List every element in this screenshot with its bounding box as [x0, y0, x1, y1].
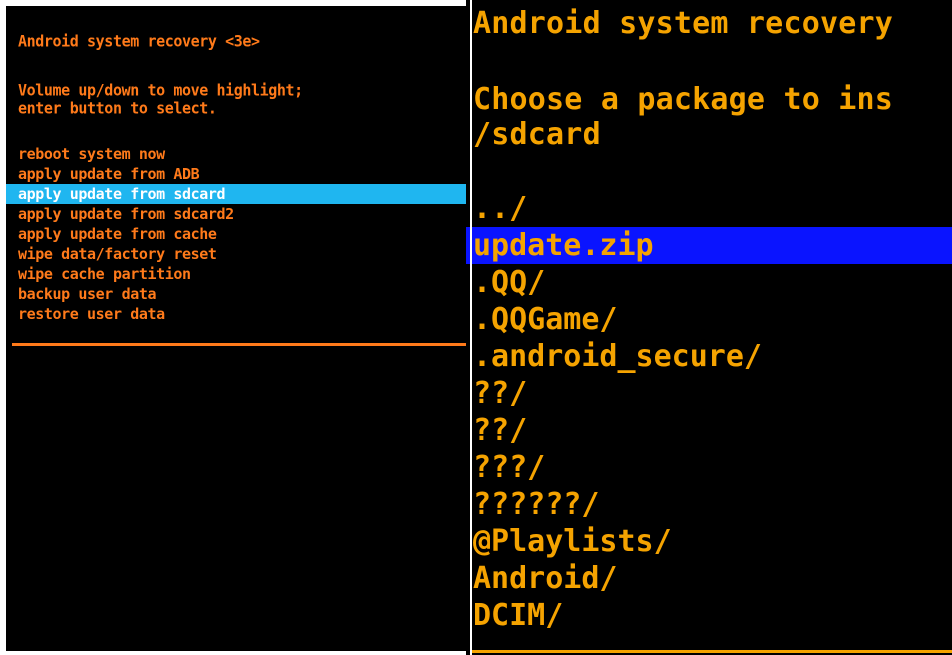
menu-item-apply-update-from-sdcard[interactable]: apply update from sdcard: [6, 184, 472, 204]
file-item-update-zip[interactable]: update.zip: [466, 227, 952, 264]
recovery-menu: reboot system now apply update from ADB …: [6, 144, 472, 324]
menu-divider: [12, 343, 472, 346]
menu-item-backup-user-data[interactable]: backup user data: [6, 284, 472, 304]
menu-item-wipe-cache-partition[interactable]: wipe cache partition: [6, 264, 472, 284]
file-item-android[interactable]: Android/: [466, 560, 952, 597]
choose-package-prompt: Choose a package to ins: [473, 82, 894, 117]
menu-item-apply-update-from-adb[interactable]: apply update from ADB: [6, 164, 472, 184]
menu-item-wipe-data-factory-reset[interactable]: wipe data/factory reset: [6, 244, 472, 264]
file-item-playlists[interactable]: @Playlists/: [466, 523, 952, 560]
file-item-unknown-2[interactable]: ??/: [466, 412, 952, 449]
instruction-line-2: enter button to select.: [18, 98, 217, 118]
list-divider: [470, 650, 952, 653]
file-item-unknown-3[interactable]: ???/: [466, 449, 952, 486]
file-item-unknown-1[interactable]: ??/: [466, 375, 952, 412]
file-item-parent-dir[interactable]: ../: [466, 190, 952, 227]
file-item-dcim[interactable]: DCIM/: [466, 597, 952, 634]
current-path: /sdcard: [473, 117, 601, 152]
menu-item-reboot-system-now[interactable]: reboot system now: [6, 144, 472, 164]
menu-item-apply-update-from-sdcard2[interactable]: apply update from sdcard2: [6, 204, 472, 224]
photo-separator: [470, 0, 472, 655]
file-list: ../ update.zip .QQ/ .QQGame/ .android_se…: [466, 190, 952, 634]
instruction-line-1: Volume up/down to move highlight;: [18, 80, 303, 100]
menu-item-restore-user-data[interactable]: restore user data: [6, 304, 472, 324]
menu-item-apply-update-from-cache[interactable]: apply update from cache: [6, 224, 472, 244]
recovery-title: Android system recovery <3e>: [18, 31, 260, 51]
recovery-main-menu-screen: Android system recovery <3e> Volume up/d…: [6, 6, 472, 651]
file-item-android-secure[interactable]: .android_secure/: [466, 338, 952, 375]
recovery-title: Android system recovery: [473, 6, 894, 41]
file-item-qqgame[interactable]: .QQGame/: [466, 301, 952, 338]
file-item-unknown-4[interactable]: ??????/: [466, 486, 952, 523]
screenshot-stage: Android system recovery <3e> Volume up/d…: [0, 0, 952, 655]
file-item-qq[interactable]: .QQ/: [466, 264, 952, 301]
choose-package-screen: Android system recovery Choose a package…: [466, 0, 952, 655]
